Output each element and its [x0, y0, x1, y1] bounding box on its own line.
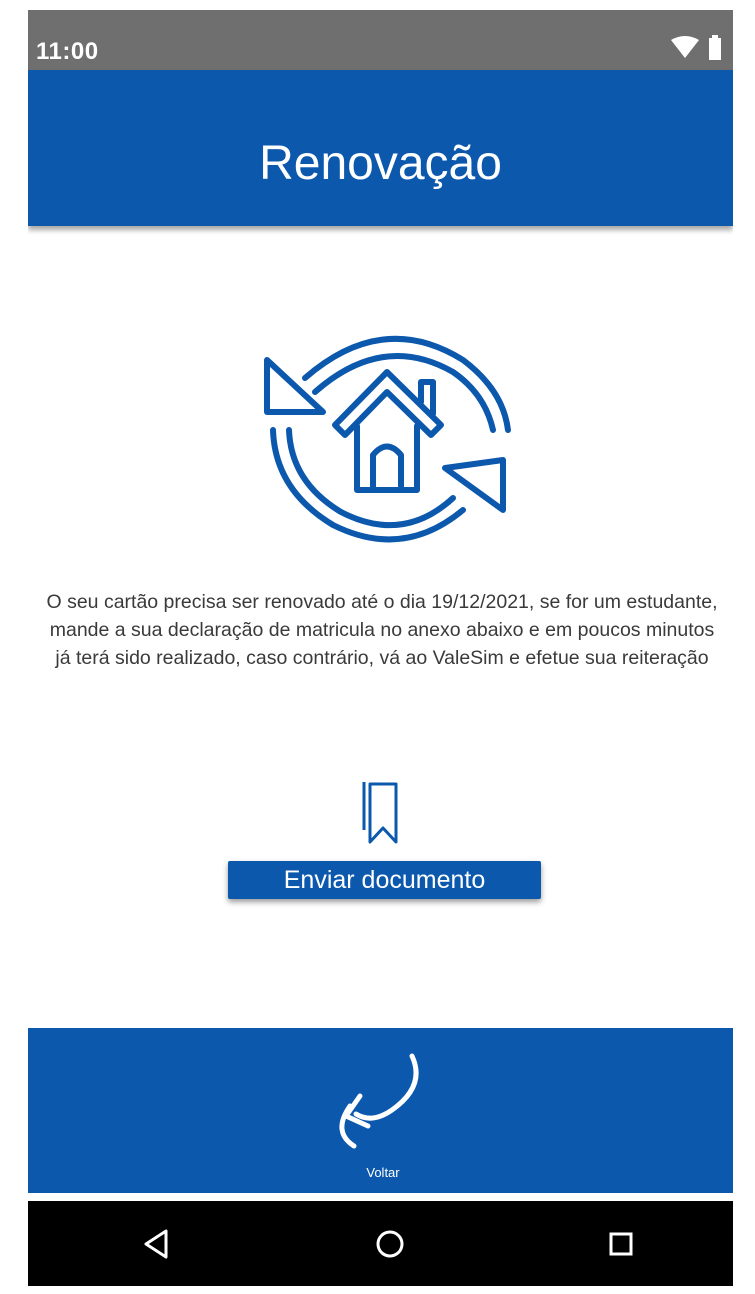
bezel-right — [733, 0, 755, 1294]
home-renew-icon — [264, 335, 511, 543]
app-header: Renovação — [28, 70, 733, 226]
battery-icon — [709, 35, 721, 60]
wifi-icon — [671, 36, 699, 58]
send-document-button[interactable]: Enviar documento — [228, 861, 541, 899]
renewal-message: O seu cartão precisa ser renovado até o … — [46, 591, 718, 669]
return-arrow-icon — [339, 1053, 419, 1149]
device-frame: 11:00 Renovação O seu cartão precisa ser… — [0, 0, 755, 1294]
status-time: 11:00 — [36, 38, 99, 65]
recents-square-icon[interactable] — [598, 1221, 644, 1267]
bezel-left — [0, 0, 28, 1294]
back-label: Voltar — [366, 1165, 400, 1180]
bookmark-document-icon — [362, 782, 398, 844]
page-title: Renovação — [259, 137, 502, 190]
status-icons — [671, 35, 721, 60]
app-screen: 11:00 Renovação O seu cartão precisa ser… — [28, 10, 733, 1286]
back-button[interactable]: Voltar — [328, 1050, 438, 1190]
home-circle-icon[interactable] — [367, 1221, 413, 1267]
back-triangle-icon[interactable] — [134, 1221, 180, 1267]
status-bar: 11:00 — [28, 10, 733, 70]
system-nav-bar — [28, 1201, 733, 1286]
